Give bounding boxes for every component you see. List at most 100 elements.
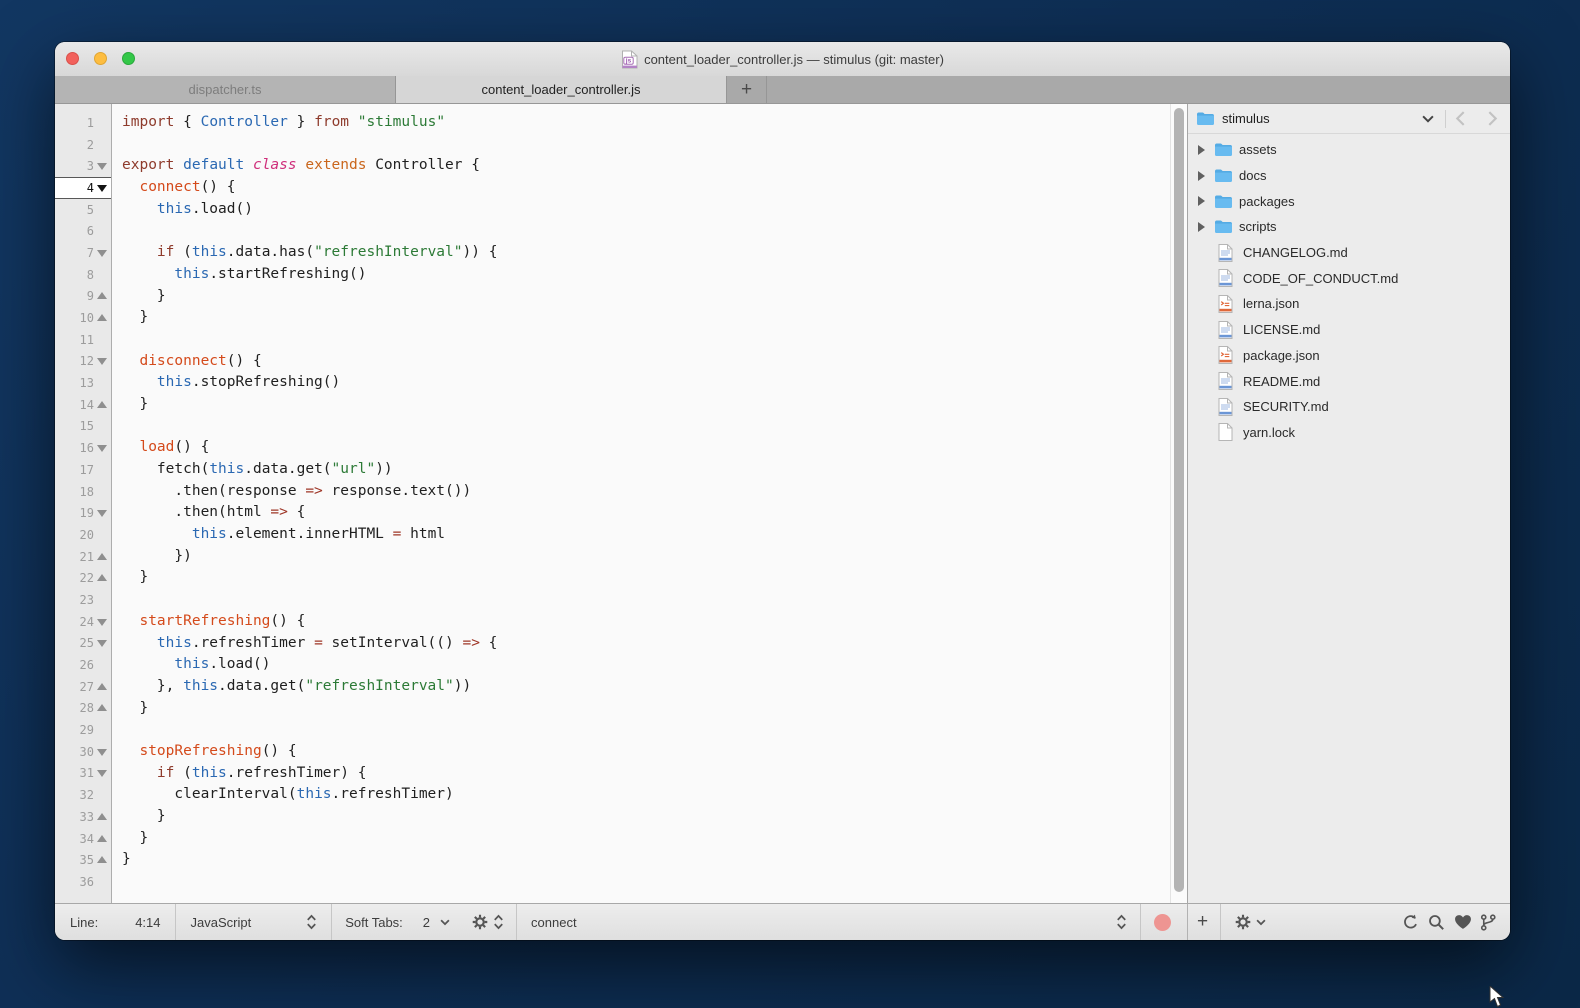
gutter-row[interactable]: 32: [55, 784, 111, 806]
fold-up-icon[interactable]: [96, 312, 109, 324]
gutter-row[interactable]: 13: [55, 372, 111, 394]
sidebar-item-scripts[interactable]: scripts: [1188, 214, 1510, 240]
gutter-row[interactable]: 3: [55, 155, 111, 177]
code-line[interactable]: this.refreshTimer = setInterval(() => {: [122, 633, 1187, 655]
sidebar-item-package-json[interactable]: package.json: [1188, 343, 1510, 369]
editor-settings-gear-icon[interactable]: [472, 914, 488, 930]
code-line[interactable]: }): [122, 546, 1187, 568]
fold-down-icon[interactable]: [96, 616, 109, 628]
sidebar-item-security-md[interactable]: SECURITY.md: [1188, 394, 1510, 420]
add-item-button[interactable]: +: [1197, 911, 1208, 933]
scrollbar-thumb[interactable]: [1174, 108, 1184, 892]
code-line[interactable]: clearInterval(this.refreshTimer): [122, 784, 1187, 806]
gutter-row[interactable]: 19: [55, 502, 111, 524]
language-stepper-icon[interactable]: [306, 914, 317, 930]
code-line[interactable]: }: [122, 698, 1187, 720]
fold-up-icon[interactable]: [96, 811, 109, 823]
gutter-row[interactable]: 5: [55, 199, 111, 221]
fold-up-icon[interactable]: [96, 290, 109, 302]
sidebar-item-lerna-json[interactable]: lerna.json: [1188, 291, 1510, 317]
code-lines[interactable]: import { Controller } from "stimulus"exp…: [112, 104, 1187, 903]
code-line[interactable]: if (this.data.has("refreshInterval")) {: [122, 242, 1187, 264]
disclosure-triangle-icon[interactable]: [1198, 171, 1214, 181]
gutter-row[interactable]: 29: [55, 719, 111, 741]
gutter-row[interactable]: 10: [55, 307, 111, 329]
minimize-window-button[interactable]: [94, 52, 107, 65]
back-arrow-icon[interactable]: [1455, 111, 1466, 126]
code-line[interactable]: import { Controller } from "stimulus": [122, 112, 1187, 134]
code-line[interactable]: [122, 719, 1187, 741]
code-line[interactable]: stopRefreshing() {: [122, 741, 1187, 763]
code-line[interactable]: [122, 871, 1187, 893]
code-line[interactable]: }: [122, 286, 1187, 308]
gutter-row[interactable]: 8: [55, 264, 111, 286]
gutter-row[interactable]: 31: [55, 763, 111, 785]
gutter-row[interactable]: 11: [55, 329, 111, 351]
code-line[interactable]: [122, 589, 1187, 611]
fold-up-icon[interactable]: [96, 681, 109, 693]
code-line[interactable]: .then(response => response.text()): [122, 481, 1187, 503]
code-line[interactable]: [122, 416, 1187, 438]
code-line[interactable]: fetch(this.data.get("url")): [122, 459, 1187, 481]
tab-content-loader-controller-js[interactable]: content_loader_controller.js: [396, 76, 727, 103]
code-line[interactable]: [122, 220, 1187, 242]
code-line[interactable]: disconnect() {: [122, 351, 1187, 373]
heart-icon[interactable]: [1454, 914, 1472, 930]
code-line[interactable]: }: [122, 307, 1187, 329]
fold-up-icon[interactable]: [96, 551, 109, 563]
code-line[interactable]: }: [122, 828, 1187, 850]
fold-down-icon[interactable]: [96, 182, 109, 194]
soft-tabs-value[interactable]: 2: [423, 915, 430, 930]
sidebar-item-code-of-conduct-md[interactable]: CODE_OF_CONDUCT.md: [1188, 265, 1510, 291]
sidebar-settings-gear-icon[interactable]: [1235, 914, 1251, 930]
gutter-row[interactable]: 15: [55, 416, 111, 438]
code-editor[interactable]: 1234567891011121314151617181920212223242…: [55, 104, 1187, 903]
code-line[interactable]: }, this.data.get("refreshInterval")): [122, 676, 1187, 698]
code-line[interactable]: this.element.innerHTML = html: [122, 524, 1187, 546]
gutter-row[interactable]: 21: [55, 546, 111, 568]
sidebar-settings-chevron-icon[interactable]: [1256, 919, 1266, 926]
gutter-row[interactable]: 1: [55, 112, 111, 134]
fold-down-icon[interactable]: [96, 637, 109, 649]
gutter-row[interactable]: 4: [55, 177, 111, 199]
code-line[interactable]: this.startRefreshing(): [122, 264, 1187, 286]
settings-stepper-icon[interactable]: [493, 914, 504, 930]
gutter-row[interactable]: 35: [55, 849, 111, 871]
titlebar[interactable]: js content_loader_controller.js — stimul…: [55, 42, 1510, 76]
editor-scrollbar[interactable]: [1170, 104, 1187, 903]
gutter-row[interactable]: 26: [55, 654, 111, 676]
fold-up-icon[interactable]: [96, 399, 109, 411]
symbol-stepper-icon[interactable]: [1116, 914, 1127, 930]
language-selector[interactable]: JavaScript: [191, 915, 252, 930]
gutter-row[interactable]: 6: [55, 220, 111, 242]
gutter-row[interactable]: 23: [55, 589, 111, 611]
gutter-row[interactable]: 12: [55, 351, 111, 373]
tab-dispatcher-ts[interactable]: dispatcher.ts: [55, 76, 396, 103]
gutter-row[interactable]: 27: [55, 676, 111, 698]
new-tab-button[interactable]: +: [727, 76, 767, 103]
current-symbol[interactable]: connect: [531, 915, 577, 930]
fold-up-icon[interactable]: [96, 702, 109, 714]
code-line[interactable]: }: [122, 849, 1187, 871]
code-line[interactable]: if (this.refreshTimer) {: [122, 763, 1187, 785]
code-line[interactable]: .then(html => {: [122, 502, 1187, 524]
sidebar-item-license-md[interactable]: LICENSE.md: [1188, 317, 1510, 343]
sidebar-item-yarn-lock[interactable]: yarn.lock: [1188, 420, 1510, 446]
gutter-row[interactable]: 34: [55, 828, 111, 850]
sidebar-item-packages[interactable]: packages: [1188, 188, 1510, 214]
disclosure-triangle-icon[interactable]: [1198, 222, 1214, 232]
code-line[interactable]: this.stopRefreshing(): [122, 372, 1187, 394]
gutter-row[interactable]: 7: [55, 242, 111, 264]
code-line[interactable]: load() {: [122, 437, 1187, 459]
forward-arrow-icon[interactable]: [1487, 111, 1498, 126]
gutter-row[interactable]: 30: [55, 741, 111, 763]
fold-down-icon[interactable]: [96, 355, 109, 367]
code-line[interactable]: this.load(): [122, 199, 1187, 221]
gutter-row[interactable]: 28: [55, 698, 111, 720]
sidebar-item-docs[interactable]: docs: [1188, 163, 1510, 189]
gutter-row[interactable]: 14: [55, 394, 111, 416]
fold-up-icon[interactable]: [96, 854, 109, 866]
fold-down-icon[interactable]: [96, 160, 109, 172]
code-line[interactable]: }: [122, 567, 1187, 589]
gutter-row[interactable]: 25: [55, 633, 111, 655]
